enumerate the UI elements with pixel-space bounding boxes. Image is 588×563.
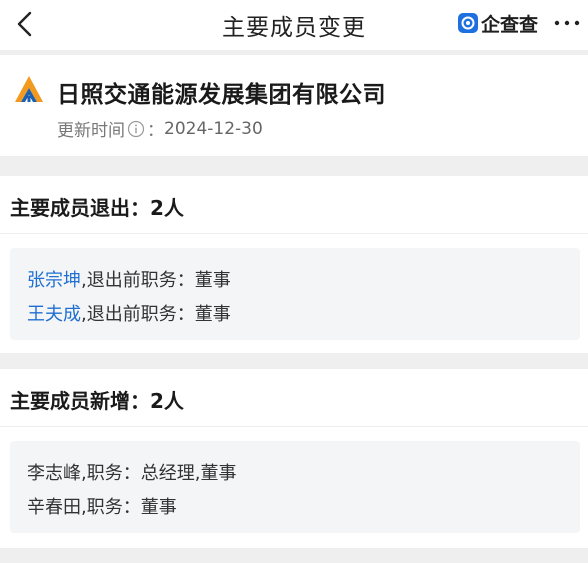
person-link[interactable]: 王夫成 [27,304,81,325]
person-name: 李志峰 [27,463,81,484]
update-separator: ： [147,121,164,141]
person-link[interactable]: 张宗坤 [27,270,81,291]
nav-bar: 主要成员变更 企查查 [0,0,588,50]
company-name[interactable]: 日照交通能源发展集团有限公司 [57,75,386,109]
update-value: 2024-12-30 [164,118,263,139]
person-detail: ,退出前职务：董事 [81,304,231,325]
company-header: 日照交通能源发展集团有限公司 更新时间 ： 2024-12-30 [0,55,588,156]
more-dots-icon[interactable] [552,13,584,33]
info-icon[interactable] [127,120,145,138]
person-detail: ,职务：总经理,董事 [81,463,237,484]
list-item: 辛春田,职务：董事 [27,493,177,519]
list-item: 王夫成,退出前职务：董事 [27,300,231,326]
brand-name: 企查查 [481,13,539,36]
update-time: 更新时间 ： 2024-12-30 [57,116,263,142]
exit-card: 张宗坤,退出前职务：董事 王夫成,退出前职务：董事 [10,248,580,340]
add-card: 李志峰,职务：总经理,董事 辛春田,职务：董事 [10,441,580,533]
person-detail: ,职务：董事 [81,497,177,518]
update-label: 更新时间 [57,121,125,141]
list-item: 张宗坤,退出前职务：董事 [27,266,231,292]
member-add-section: 主要成员新增：2人 李志峰,职务：总经理,董事 辛春田,职务：董事 [0,369,588,548]
person-detail: ,退出前职务：董事 [81,270,231,291]
company-logo-icon [15,76,43,102]
divider [0,233,588,234]
exit-heading: 主要成员退出：2人 [10,196,184,220]
person-name: 辛春田 [27,497,81,518]
divider [0,426,588,427]
member-exit-section: 主要成员退出：2人 张宗坤,退出前职务：董事 王夫成,退出前职务：董事 [0,176,588,353]
brand-logo-link[interactable]: 企查查 [458,11,539,36]
list-item: 李志峰,职务：总经理,董事 [27,459,236,485]
qichacha-logo-icon [458,13,478,33]
add-heading: 主要成员新增：2人 [10,389,184,413]
